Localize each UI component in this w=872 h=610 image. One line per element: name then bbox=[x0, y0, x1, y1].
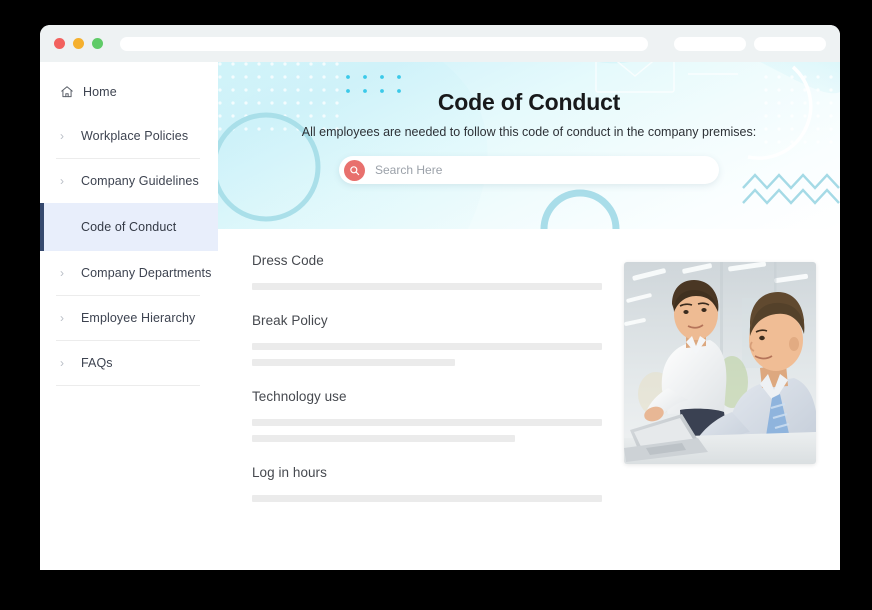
office-discussion-photo bbox=[624, 262, 816, 464]
chevron-right-icon: › bbox=[60, 356, 64, 370]
hero-banner: Code of Conduct All employees are needed… bbox=[218, 62, 840, 229]
text-placeholder-bar bbox=[252, 359, 455, 366]
sidebar-item-label: Company Guidelines bbox=[81, 174, 199, 188]
sidebar-item-label: Code of Conduct bbox=[81, 220, 177, 234]
sidebar-item-label: Home bbox=[83, 85, 117, 99]
search-input[interactable] bbox=[365, 156, 719, 184]
home-icon bbox=[60, 85, 78, 99]
maximize-window-button[interactable] bbox=[92, 38, 103, 49]
policy-section: Dress Code bbox=[252, 253, 602, 290]
toolbar-placeholder-1[interactable] bbox=[674, 36, 746, 51]
text-placeholder-bar bbox=[252, 283, 602, 290]
sidebar-item-company-departments[interactable]: › Company Departments bbox=[40, 251, 218, 295]
page-title: Code of Conduct bbox=[437, 89, 621, 115]
sidebar-item-workplace-policies[interactable]: › Workplace Policies bbox=[40, 114, 218, 158]
window-controls bbox=[54, 38, 103, 49]
sidebar-item-label: Workplace Policies bbox=[81, 129, 189, 143]
toolbar-placeholder-2[interactable] bbox=[754, 36, 826, 51]
sidebar-item-employee-hierarchy[interactable]: › Employee Hierarchy bbox=[40, 296, 218, 340]
section-heading: Log in hours bbox=[252, 465, 327, 480]
content-area: Dress Code Break Policy Technology use L… bbox=[218, 229, 840, 525]
minimize-window-button[interactable] bbox=[73, 38, 84, 49]
sidebar-item-label: Employee Hierarchy bbox=[81, 311, 196, 325]
search-icon[interactable] bbox=[344, 159, 365, 181]
browser-titlebar bbox=[40, 25, 840, 62]
hero-text-block: Code of Conduct All employees are needed… bbox=[218, 62, 840, 139]
close-window-button[interactable] bbox=[54, 38, 65, 49]
section-heading: Technology use bbox=[252, 389, 347, 404]
main-content: Code of Conduct All employees are needed… bbox=[218, 62, 840, 570]
section-heading: Break Policy bbox=[252, 313, 328, 328]
sidebar-item-label: Company Departments bbox=[81, 266, 212, 280]
text-placeholder-bar bbox=[252, 435, 515, 442]
policy-section: Log in hours bbox=[252, 465, 602, 502]
sidebar-item-faqs[interactable]: › FAQs bbox=[40, 341, 218, 385]
search-bar[interactable] bbox=[339, 156, 719, 184]
address-bar[interactable] bbox=[120, 36, 648, 51]
policy-section: Technology use bbox=[252, 389, 602, 442]
photo-column bbox=[624, 253, 816, 525]
sidebar-item-code-of-conduct[interactable]: Code of Conduct bbox=[40, 203, 218, 251]
app-body: Home › Workplace Policies › Company Guid… bbox=[40, 62, 840, 570]
text-placeholder-bar bbox=[252, 343, 602, 350]
sidebar-item-home[interactable]: Home bbox=[40, 70, 218, 114]
text-placeholder-bar bbox=[252, 419, 602, 426]
chevron-right-icon: › bbox=[60, 266, 64, 280]
sidebar-divider bbox=[56, 385, 200, 386]
photo-illustration bbox=[624, 262, 816, 464]
policy-section: Break Policy bbox=[252, 313, 602, 366]
chevron-right-icon: › bbox=[60, 129, 64, 143]
chevron-right-icon: › bbox=[60, 311, 64, 325]
page-subtitle: All employees are needed to follow this … bbox=[301, 125, 757, 139]
section-heading: Dress Code bbox=[252, 253, 324, 268]
sidebar-navigation: Home › Workplace Policies › Company Guid… bbox=[40, 62, 218, 570]
sidebar-item-company-guidelines[interactable]: › Company Guidelines bbox=[40, 159, 218, 203]
policy-sections-list: Dress Code Break Policy Technology use L… bbox=[252, 253, 602, 525]
chevron-right-icon: › bbox=[60, 174, 64, 188]
browser-window: Home › Workplace Policies › Company Guid… bbox=[40, 25, 840, 570]
sidebar-item-label: FAQs bbox=[81, 356, 113, 370]
text-placeholder-bar bbox=[252, 495, 602, 502]
